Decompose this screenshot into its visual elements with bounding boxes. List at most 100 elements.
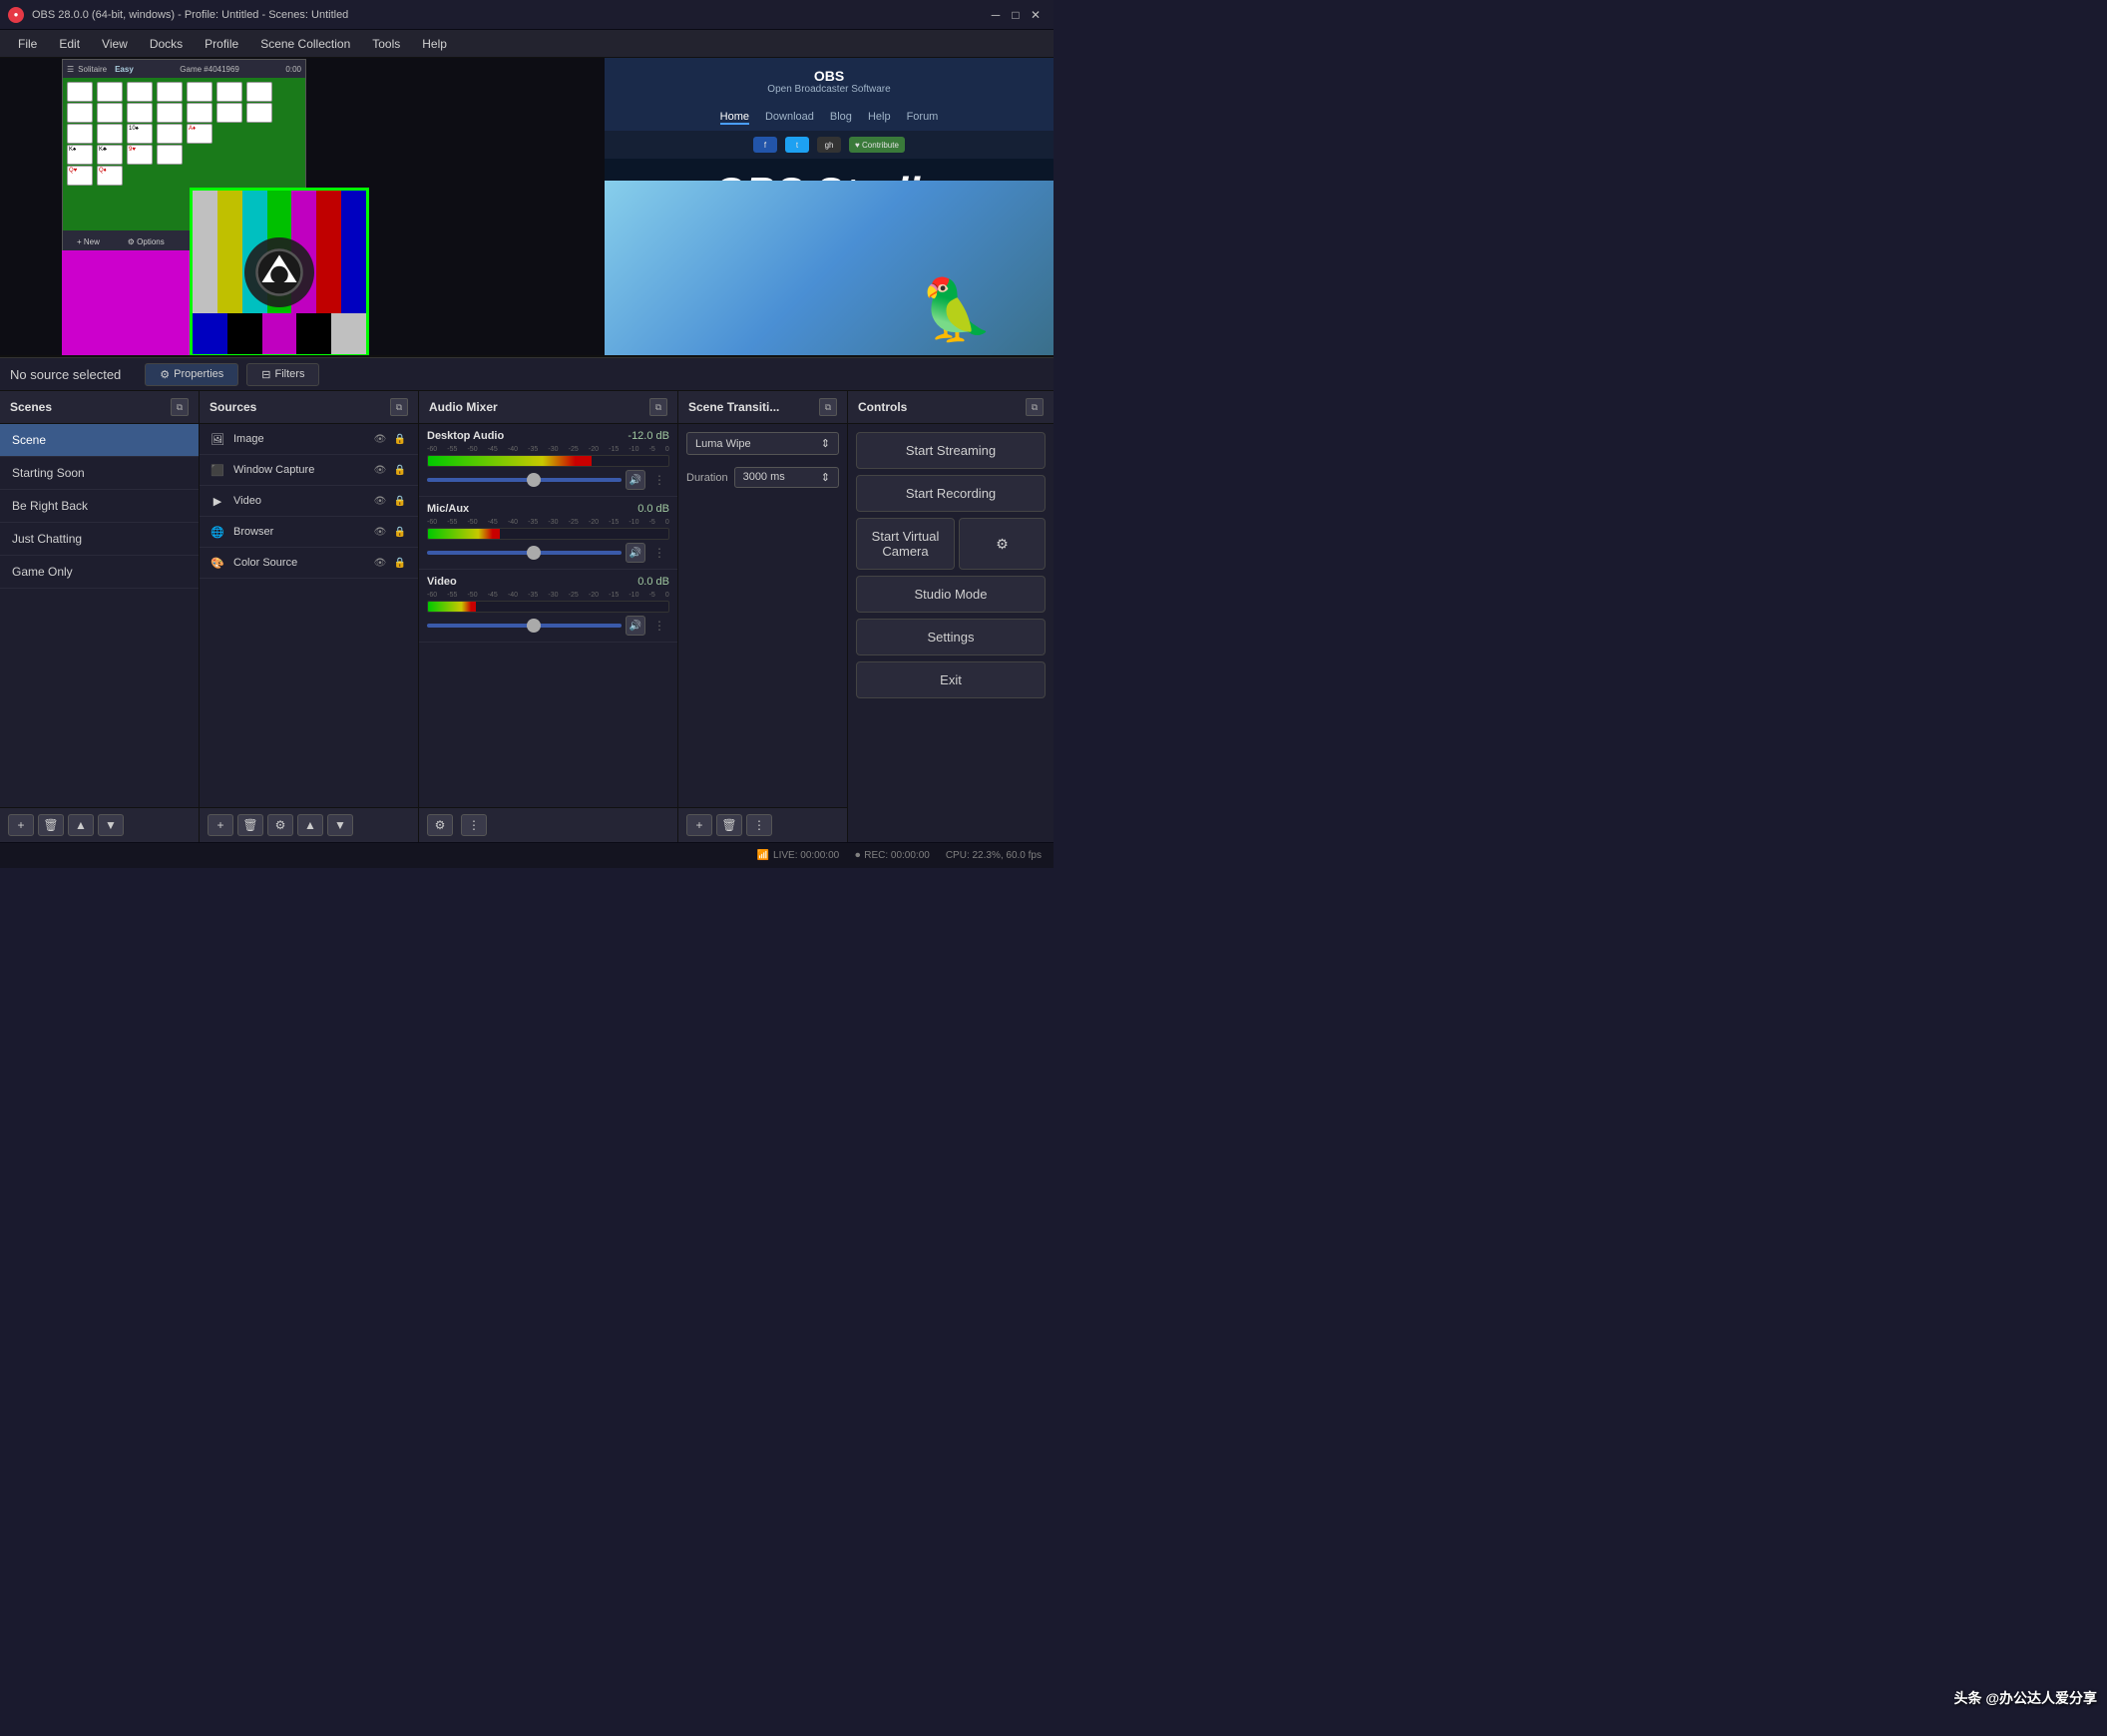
scene-item[interactable]: Scene bbox=[0, 424, 199, 457]
maximize-button[interactable]: □ bbox=[1006, 5, 1026, 25]
obs-nav-download[interactable]: Download bbox=[765, 111, 814, 125]
start-virtual-camera-button[interactable]: Start Virtual Camera bbox=[856, 518, 955, 570]
menu-item-help[interactable]: Help bbox=[412, 33, 457, 55]
source-item[interactable]: ▶Video👁🔒 bbox=[200, 486, 418, 517]
transition-add-button[interactable]: + bbox=[686, 814, 712, 836]
audio-slider-thumb[interactable] bbox=[527, 546, 541, 560]
source-visibility-button[interactable]: 👁 bbox=[372, 493, 388, 509]
audio-channel-menu-button[interactable]: ⋮ bbox=[649, 470, 669, 490]
audio-volume-slider[interactable] bbox=[427, 624, 622, 628]
audio-channel-db: 0.0 dB bbox=[637, 503, 669, 515]
source-item[interactable]: 🌐Browser👁🔒 bbox=[200, 517, 418, 548]
source-item[interactable]: 🎨Color Source👁🔒 bbox=[200, 548, 418, 579]
meter-label: -50 bbox=[467, 592, 477, 599]
obs-nav-home[interactable]: Home bbox=[720, 111, 749, 125]
smpte-bottom-bar bbox=[296, 313, 331, 354]
menu-item-profile[interactable]: Profile bbox=[195, 33, 248, 55]
audio-settings-button[interactable]: ⚙ bbox=[427, 814, 453, 836]
meter-label: -30 bbox=[548, 446, 558, 453]
source-up-button[interactable]: ▲ bbox=[297, 814, 323, 836]
obs-nav-blog[interactable]: Blog bbox=[830, 111, 852, 125]
transitions-panel-menu-icon[interactable]: ⧉ bbox=[819, 398, 837, 416]
audio-channel: Video 0.0 dB -60-55-50-45-40-35-30-25-20… bbox=[419, 570, 677, 643]
menu-item-scene-collection[interactable]: Scene Collection bbox=[250, 33, 360, 55]
audio-mute-button[interactable]: 🔊 bbox=[626, 616, 645, 636]
audio-mute-button[interactable]: 🔊 bbox=[626, 470, 645, 490]
source-lock-button[interactable]: 🔒 bbox=[392, 555, 408, 571]
transition-select[interactable]: Luma Wipe ⇕ bbox=[686, 432, 839, 455]
scene-item[interactable]: Just Chatting bbox=[0, 523, 199, 556]
source-remove-button[interactable]: 🗑 bbox=[237, 814, 263, 836]
audio-slider-thumb[interactable] bbox=[527, 619, 541, 633]
close-button[interactable]: ✕ bbox=[1026, 5, 1046, 25]
audio-mute-button[interactable]: 🔊 bbox=[626, 543, 645, 563]
social-fb[interactable]: f bbox=[753, 137, 777, 153]
social-contribute[interactable]: ♥ Contribute bbox=[849, 137, 905, 153]
source-down-button[interactable]: ▼ bbox=[327, 814, 353, 836]
sol-options[interactable]: ⚙ Options bbox=[128, 237, 165, 246]
transition-remove-button[interactable]: 🗑 bbox=[716, 814, 742, 836]
properties-button[interactable]: ⚙ Properties bbox=[145, 363, 238, 386]
audio-channel-menu-button[interactable]: ⋮ bbox=[649, 543, 669, 563]
menu-item-file[interactable]: File bbox=[8, 33, 47, 55]
duration-value-input[interactable]: 3000 ms ⇕ bbox=[734, 467, 839, 488]
audio-channel-menu-button[interactable]: ⋮ bbox=[649, 616, 669, 636]
source-visibility-button[interactable]: 👁 bbox=[372, 555, 388, 571]
source-visibility-button[interactable]: 👁 bbox=[372, 462, 388, 478]
virtual-camera-settings-button[interactable]: ⚙ bbox=[959, 518, 1046, 570]
scene-up-button[interactable]: ▲ bbox=[68, 814, 94, 836]
exit-button[interactable]: Exit bbox=[856, 661, 1046, 698]
scenes-panel-title: Scenes bbox=[10, 400, 52, 414]
sol-card: 10♠ bbox=[127, 124, 153, 144]
filters-button[interactable]: ⊟ Filters bbox=[246, 363, 319, 386]
settings-button[interactable]: Settings bbox=[856, 619, 1046, 655]
meter-label: -15 bbox=[609, 592, 619, 599]
social-gh[interactable]: gh bbox=[817, 137, 841, 153]
source-lock-button[interactable]: 🔒 bbox=[392, 493, 408, 509]
audio-volume-slider[interactable] bbox=[427, 551, 622, 555]
source-lock-button[interactable]: 🔒 bbox=[392, 431, 408, 447]
source-lock-button[interactable]: 🔒 bbox=[392, 524, 408, 540]
source-visibility-button[interactable]: 👁 bbox=[372, 431, 388, 447]
sol-new[interactable]: + New bbox=[77, 237, 100, 246]
controls-panel-menu-icon[interactable]: ⧉ bbox=[1026, 398, 1044, 416]
scene-item[interactable]: Be Right Back bbox=[0, 490, 199, 523]
minimize-button[interactable]: ─ bbox=[986, 5, 1006, 25]
start-streaming-button[interactable]: Start Streaming bbox=[856, 432, 1046, 469]
source-visibility-button[interactable]: 👁 bbox=[372, 524, 388, 540]
sources-panel: Sources ⧉ 🖼Image👁🔒⬛Window Capture👁🔒▶Vide… bbox=[200, 391, 419, 842]
start-recording-button[interactable]: Start Recording bbox=[856, 475, 1046, 512]
title-bar: ● OBS 28.0.0 (64-bit, windows) - Profile… bbox=[0, 0, 1054, 30]
meter-label: -5 bbox=[649, 592, 655, 599]
menu-item-tools[interactable]: Tools bbox=[362, 33, 410, 55]
audio-slider-thumb[interactable] bbox=[527, 473, 541, 487]
source-settings-button[interactable]: ⚙ bbox=[267, 814, 293, 836]
source-actions: 👁🔒 bbox=[372, 462, 408, 478]
source-lock-button[interactable]: 🔒 bbox=[392, 462, 408, 478]
menu-item-view[interactable]: View bbox=[92, 33, 138, 55]
source-add-button[interactable]: + bbox=[208, 814, 233, 836]
scene-remove-button[interactable]: 🗑 bbox=[38, 814, 64, 836]
meter-label: -45 bbox=[488, 446, 498, 453]
social-tw[interactable]: t bbox=[785, 137, 809, 153]
scene-item[interactable]: Game Only bbox=[0, 556, 199, 589]
transition-menu-button[interactable]: ⋮ bbox=[746, 814, 772, 836]
source-item[interactable]: 🖼Image👁🔒 bbox=[200, 424, 418, 455]
scene-add-button[interactable]: + bbox=[8, 814, 34, 836]
menu-item-docks[interactable]: Docks bbox=[140, 33, 193, 55]
sol-card bbox=[216, 103, 242, 123]
no-source-text: No source selected bbox=[10, 367, 121, 382]
studio-mode-button[interactable]: Studio Mode bbox=[856, 576, 1046, 613]
audio-panel-menu-icon[interactable]: ⧉ bbox=[649, 398, 667, 416]
obs-nav-forum[interactable]: Forum bbox=[907, 111, 939, 125]
scene-down-button[interactable]: ▼ bbox=[98, 814, 124, 836]
scenes-panel-menu-icon[interactable]: ⧉ bbox=[171, 398, 189, 416]
obs-nav-help[interactable]: Help bbox=[868, 111, 891, 125]
sources-panel-menu-icon[interactable]: ⧉ bbox=[390, 398, 408, 416]
audio-volume-slider[interactable] bbox=[427, 478, 622, 482]
menu-item-edit[interactable]: Edit bbox=[49, 33, 90, 55]
source-item[interactable]: ⬛Window Capture👁🔒 bbox=[200, 455, 418, 486]
live-text: LIVE: 00:00:00 bbox=[773, 850, 839, 861]
audio-menu-button[interactable]: ⋮ bbox=[461, 814, 487, 836]
scene-item[interactable]: Starting Soon bbox=[0, 457, 199, 490]
